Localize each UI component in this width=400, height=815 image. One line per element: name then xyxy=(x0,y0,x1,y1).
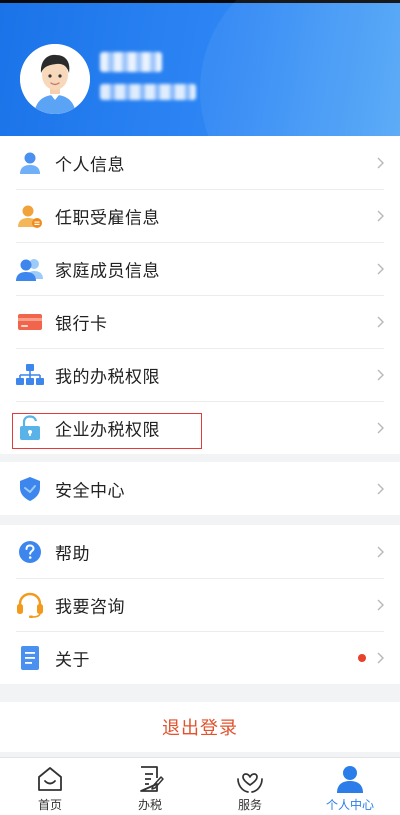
logout-button[interactable]: 退出登录 xyxy=(0,702,400,752)
employee-icon xyxy=(16,202,44,230)
menu-item-enterprise-tax-permissions[interactable]: 企业办税权限 xyxy=(0,401,400,454)
hierarchy-icon xyxy=(16,361,44,389)
chevron-right-icon xyxy=(377,316,384,327)
help-icon xyxy=(16,538,44,566)
avatar-icon xyxy=(20,44,90,114)
header-decoration xyxy=(200,0,400,136)
avatar[interactable] xyxy=(20,44,90,114)
menu-item-personal-info[interactable]: 个人信息 xyxy=(0,136,400,189)
menu-group-support: 帮助 我要咨询 关于 xyxy=(0,525,400,684)
menu-item-label: 任职受雇信息 xyxy=(55,208,160,228)
menu-item-label: 我的办税权限 xyxy=(55,367,160,387)
unlock-icon xyxy=(16,414,44,442)
family-icon xyxy=(16,255,44,283)
tab-label: 服务 xyxy=(237,798,262,812)
chevron-right-icon xyxy=(377,546,384,557)
tab-label: 首页 xyxy=(37,798,62,812)
menu-item-consult[interactable]: 我要咨询 xyxy=(0,578,400,631)
tab-user-center[interactable]: 个人中心 xyxy=(300,758,400,815)
menu-item-label: 安全中心 xyxy=(55,481,125,501)
menu-item-label: 家庭成员信息 xyxy=(55,261,160,281)
chevron-right-icon xyxy=(377,599,384,610)
menu-item-label: 企业办税权限 xyxy=(55,420,160,440)
chevron-right-icon xyxy=(377,369,384,380)
person-icon xyxy=(16,149,44,177)
chevron-right-icon xyxy=(377,652,384,663)
menu-item-label: 个人信息 xyxy=(55,155,125,175)
user-name-masked xyxy=(100,52,162,72)
document-icon xyxy=(16,644,44,672)
menu-item-help[interactable]: 帮助 xyxy=(0,525,400,578)
chevron-right-icon xyxy=(377,483,384,494)
tab-label: 个人中心 xyxy=(325,798,374,812)
chevron-right-icon xyxy=(377,263,384,274)
menu-item-label: 关于 xyxy=(55,650,90,670)
tab-tax[interactable]: 办税 xyxy=(100,758,200,815)
menu-item-about[interactable]: 关于 xyxy=(0,631,400,684)
shield-check-icon xyxy=(16,475,44,503)
bottom-tab-bar: 首页 办税 服务 个人中心 xyxy=(0,757,400,815)
menu-item-label: 银行卡 xyxy=(55,314,108,334)
headset-icon xyxy=(16,591,44,619)
tab-service[interactable]: 服务 xyxy=(200,758,300,815)
menu-group-security: 安全中心 xyxy=(0,462,400,515)
notification-dot xyxy=(358,653,366,662)
service-heart-icon xyxy=(237,773,263,793)
chevron-right-icon xyxy=(377,157,384,168)
menu-item-bank-card[interactable]: 银行卡 xyxy=(0,295,400,348)
menu-item-label: 我要咨询 xyxy=(55,597,125,617)
menu-item-employment-info[interactable]: 任职受雇信息 xyxy=(0,189,400,242)
chevron-right-icon xyxy=(377,210,384,221)
chevron-right-icon xyxy=(377,422,384,433)
menu-item-family-info[interactable]: 家庭成员信息 xyxy=(0,242,400,295)
menu-item-security-center[interactable]: 安全中心 xyxy=(0,462,400,515)
bank-card-icon xyxy=(16,308,44,336)
home-icon xyxy=(38,767,62,791)
menu-item-my-tax-permissions[interactable]: 我的办税权限 xyxy=(0,348,400,401)
menu-item-label: 帮助 xyxy=(55,544,90,564)
user-phone-masked xyxy=(100,84,196,100)
profile-header xyxy=(0,0,400,136)
tab-label: 办税 xyxy=(137,798,162,812)
user-center-icon xyxy=(337,766,363,793)
tab-home[interactable]: 首页 xyxy=(0,758,100,815)
tax-form-icon xyxy=(140,766,164,792)
menu-group-account: 个人信息 任职受雇信息 家庭成员信息 银行卡 我的办税权限 企业办税权限 xyxy=(0,136,400,454)
